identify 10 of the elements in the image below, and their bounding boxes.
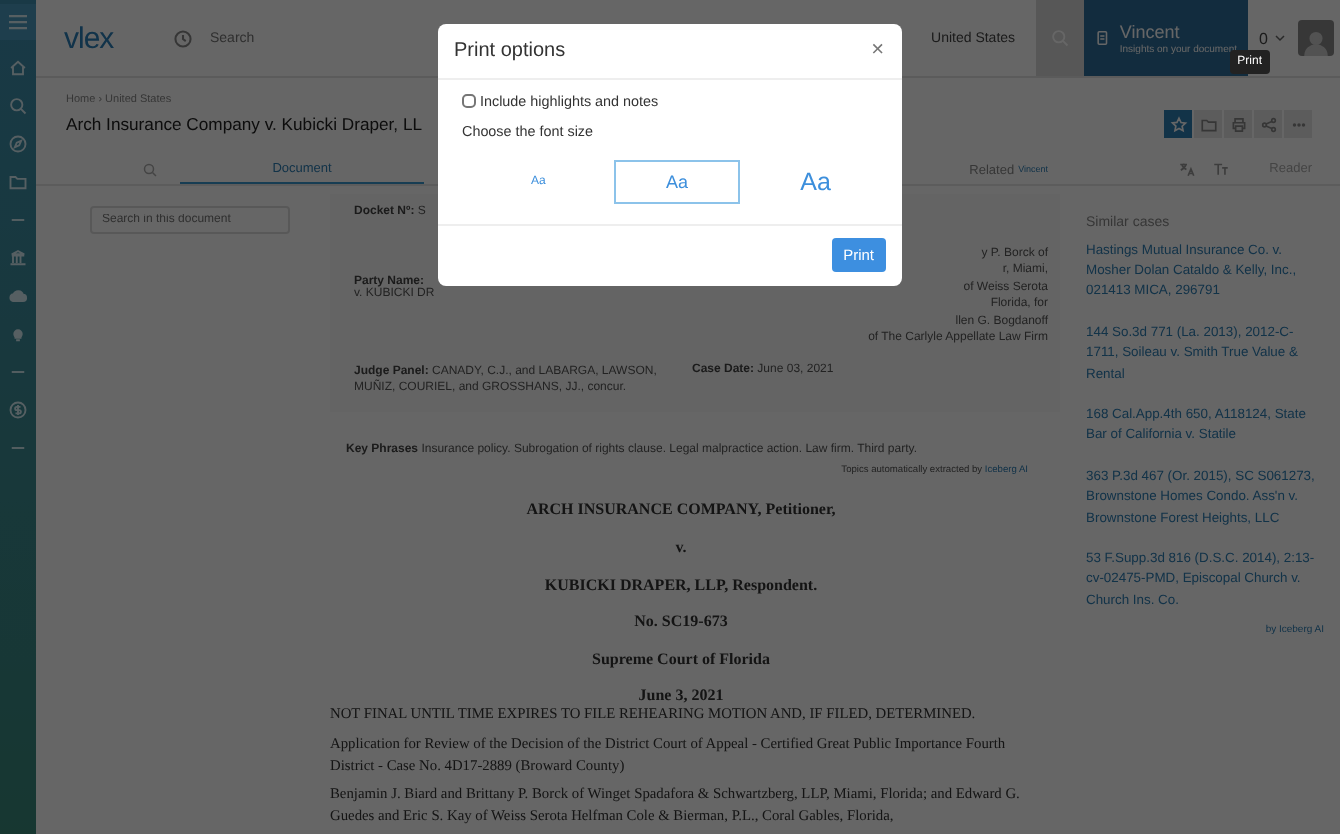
opinion-heading: ARCH INSURANCE COMPANY, Petitioner,: [524, 500, 838, 519]
opinion-heading: v.: [673, 538, 689, 557]
dialog-title: Print options: [454, 40, 566, 62]
opinion-heading: KUBICKI DRAPER, LLP, Respondent.: [542, 575, 820, 594]
assistant-name: Vincent: [1119, 21, 1182, 41]
notification-count: 0: [1259, 29, 1268, 47]
document-title: Arch Insurance Company v. Kubicki Draper, LL: [66, 114, 423, 134]
opinion-heading: Supreme Court of Florida: [590, 649, 772, 668]
opinion-heading: No. SC19-673: [632, 612, 730, 631]
opinion-heading: June 3, 2021: [636, 686, 726, 705]
